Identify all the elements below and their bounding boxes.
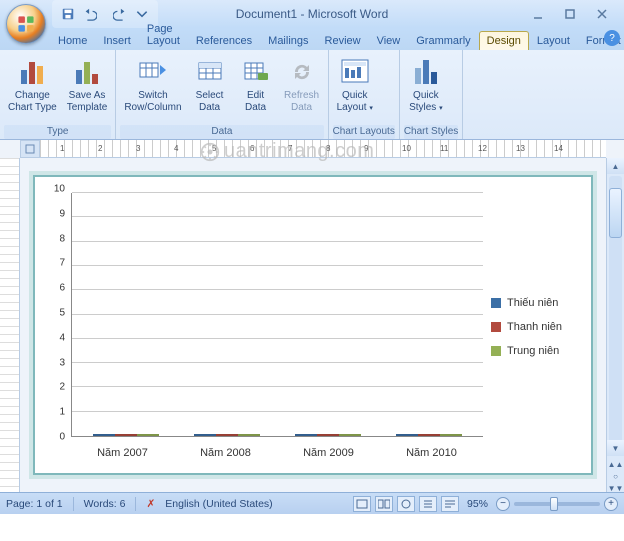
ribbon: ChangeChart TypeSave AsTemplate Type Switc… xyxy=(0,50,624,140)
zoom-in-button[interactable]: + xyxy=(604,497,618,511)
refresh-icon xyxy=(286,56,318,88)
bar xyxy=(339,434,361,436)
bar xyxy=(93,434,115,436)
save-icon[interactable] xyxy=(58,4,78,24)
bar xyxy=(396,434,418,436)
x-tick-label: Năm 2009 xyxy=(277,447,380,459)
status-words[interactable]: Words: 6 xyxy=(84,498,126,510)
view-outline[interactable] xyxy=(419,496,437,512)
status-bar: Page: 1 of 1 Words: 6 ✗ English (United … xyxy=(0,492,624,514)
tab-page-layout[interactable]: Page Layout xyxy=(139,19,188,50)
bar xyxy=(418,434,440,436)
grid-swap-icon xyxy=(137,56,169,88)
bar-colored-icon xyxy=(16,56,48,88)
chart-legend: Thiếu niên Thanh niên Trung niên xyxy=(483,189,583,465)
scroll-up-button[interactable]: ▲ xyxy=(607,158,624,174)
legend-label: Trung niên xyxy=(507,345,559,357)
legend-item: Thiếu niên xyxy=(491,297,583,309)
legend-label: Thiếu niên xyxy=(507,297,558,309)
vertical-ruler xyxy=(0,158,20,492)
tab-layout[interactable]: Layout xyxy=(529,31,578,50)
zoom-slider[interactable] xyxy=(514,502,600,506)
bar xyxy=(295,434,317,436)
close-button[interactable] xyxy=(586,4,618,24)
bar-save-icon xyxy=(71,56,103,88)
grid-edit-icon xyxy=(240,56,272,88)
undo-icon[interactable] xyxy=(80,4,100,24)
document-area: 1234567891011121314 012345678910 Năm 200… xyxy=(0,140,624,492)
x-tick-label: Năm 2010 xyxy=(380,447,483,459)
tab-mailings[interactable]: Mailings xyxy=(260,31,316,50)
bar-styled-icon xyxy=(410,56,442,88)
minimize-button[interactable] xyxy=(522,4,554,24)
legend-swatch xyxy=(491,346,501,356)
status-page[interactable]: Page: 1 of 1 xyxy=(6,498,63,510)
ribbon-tabstrip: Home Insert Page Layout References Maili… xyxy=(0,28,624,50)
vertical-scrollbar[interactable]: ▲ ▼ ▲▲ ○ ▼▼ xyxy=(606,158,624,492)
browse-object-button[interactable]: ○ xyxy=(607,470,624,482)
horizontal-ruler: 1234567891011121314 xyxy=(40,140,606,158)
view-draft[interactable] xyxy=(441,496,459,512)
office-button[interactable] xyxy=(6,4,46,44)
group-label: Chart Layouts xyxy=(333,125,395,139)
change-chart-type-button[interactable]: ChangeChart Type xyxy=(4,54,61,115)
proofing-icon[interactable]: ✗ xyxy=(146,498,155,510)
bar xyxy=(216,434,238,436)
view-web-layout[interactable] xyxy=(397,496,415,512)
switch-row-column-button[interactable]: SwitchRow/Column xyxy=(120,54,185,115)
x-tick-label: Năm 2007 xyxy=(71,447,174,459)
view-print-layout[interactable] xyxy=(353,496,371,512)
tab-references[interactable]: References xyxy=(188,31,260,50)
title-bar: Document1 - Microsoft Word xyxy=(0,0,624,28)
scroll-thumb[interactable] xyxy=(609,188,622,238)
legend-label: Thanh niên xyxy=(507,321,562,333)
tab-view[interactable]: View xyxy=(369,31,409,50)
group-label: Type xyxy=(4,125,111,139)
edit-data-button[interactable]: EditData xyxy=(234,54,278,115)
redo-icon[interactable] xyxy=(110,4,130,24)
zoom-out-button[interactable]: − xyxy=(496,497,510,511)
layout-icon xyxy=(339,56,371,88)
page-canvas[interactable]: 012345678910 Năm 2007Năm 2008Năm 2009Năm… xyxy=(20,158,606,492)
quick-styles-button[interactable]: QuickStyles ▾ xyxy=(404,54,448,115)
legend-swatch xyxy=(491,298,501,308)
grid-icon xyxy=(194,56,226,88)
zoom-level[interactable]: 95% xyxy=(467,498,488,510)
tab-home[interactable]: Home xyxy=(50,31,95,50)
refresh-data-button: RefreshData xyxy=(280,54,324,115)
ruler-corner[interactable] xyxy=(20,140,40,158)
bar xyxy=(137,434,159,436)
x-tick-label: Năm 2008 xyxy=(174,447,277,459)
group-label: Data xyxy=(120,125,323,139)
save-as-template-button[interactable]: Save AsTemplate xyxy=(63,54,112,115)
bar xyxy=(115,434,137,436)
maximize-button[interactable] xyxy=(554,4,586,24)
status-language[interactable]: English (United States) xyxy=(165,498,272,510)
quick-layout-button[interactable]: QuickLayout ▾ xyxy=(333,54,377,115)
embedded-chart[interactable]: 012345678910 Năm 2007Năm 2008Năm 2009Năm… xyxy=(33,175,593,475)
bar xyxy=(317,434,339,436)
prev-page-button[interactable]: ▲▲ xyxy=(607,458,624,470)
bar xyxy=(194,434,216,436)
tab-grammarly[interactable]: Grammarly xyxy=(408,31,478,50)
legend-item: Thanh niên xyxy=(491,321,583,333)
scroll-down-button[interactable]: ▼ xyxy=(607,440,624,456)
select-data-button[interactable]: SelectData xyxy=(188,54,232,115)
view-full-screen[interactable] xyxy=(375,496,393,512)
help-button[interactable]: ? xyxy=(604,30,620,46)
chart-plot-area: 012345678910 Năm 2007Năm 2008Năm 2009Năm… xyxy=(43,189,483,465)
tab-insert[interactable]: Insert xyxy=(95,31,139,50)
tab-design[interactable]: Design xyxy=(479,31,529,50)
bar xyxy=(238,434,260,436)
legend-swatch xyxy=(491,322,501,332)
bar xyxy=(440,434,462,436)
tab-review[interactable]: Review xyxy=(317,31,369,50)
legend-item: Trung niên xyxy=(491,345,583,357)
group-label: Chart Styles xyxy=(404,125,458,139)
